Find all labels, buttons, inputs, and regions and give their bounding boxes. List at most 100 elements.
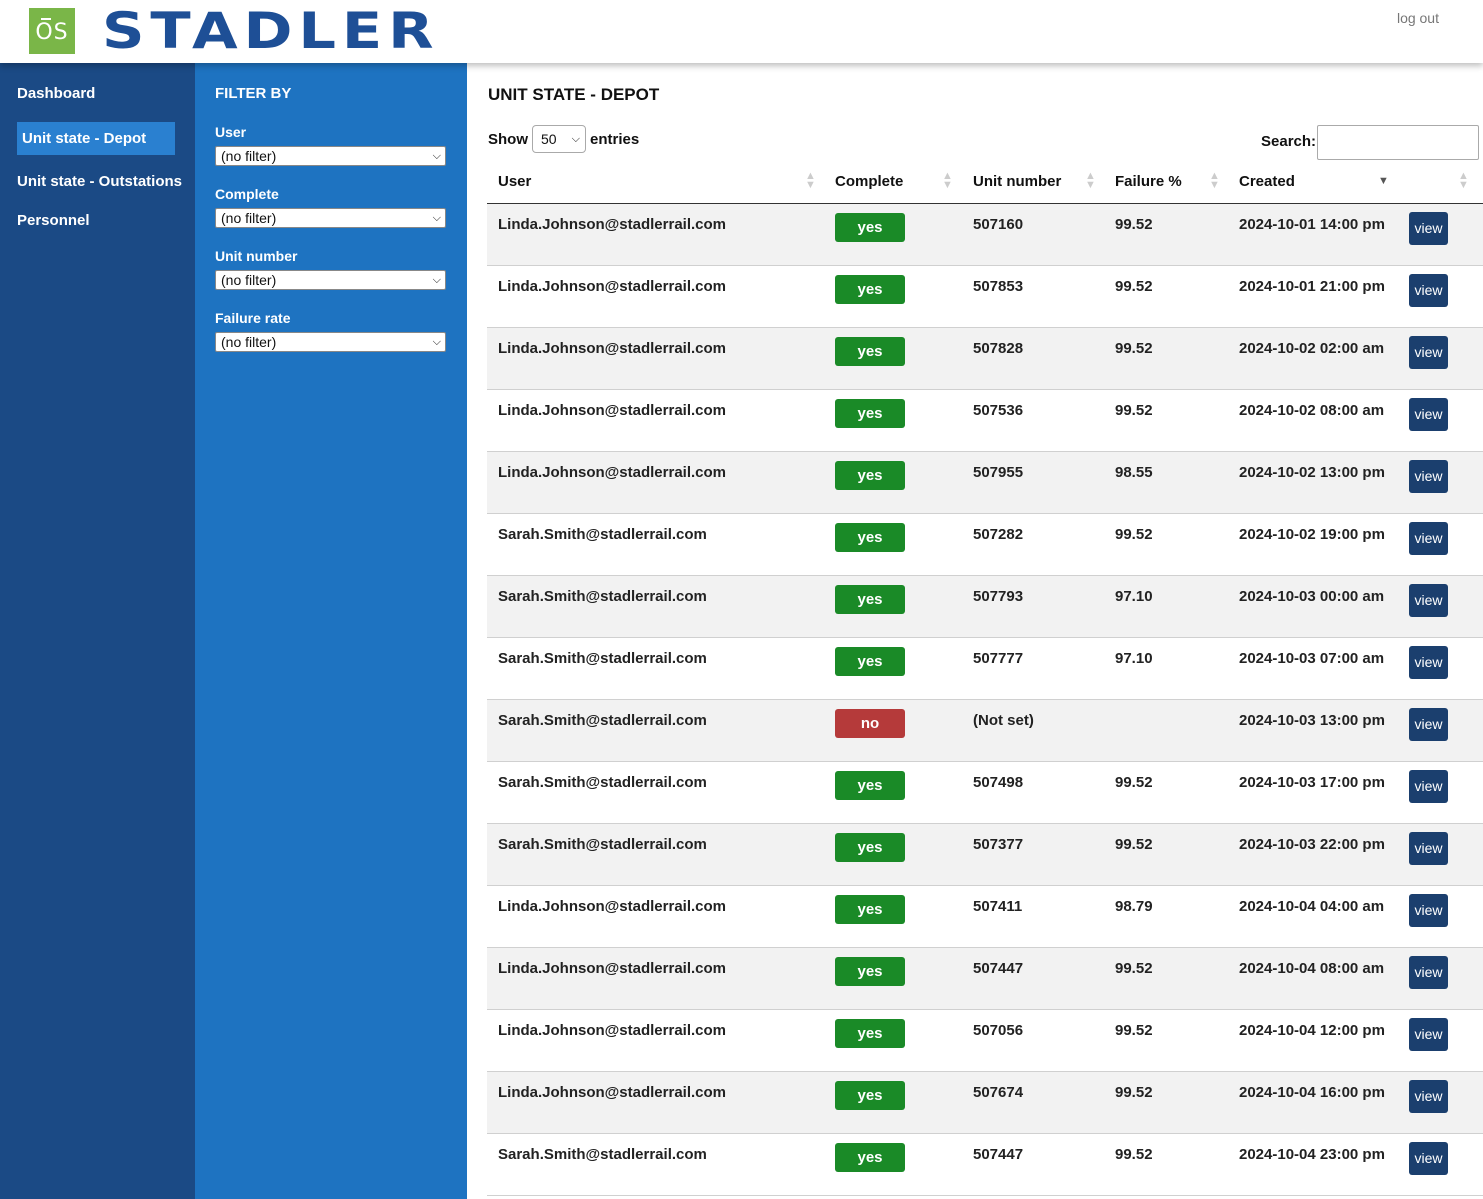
entries-select[interactable]: 50 ⌵ [532,125,586,153]
view-button[interactable]: view [1409,522,1448,555]
page-title: UNIT STATE - DEPOT [488,85,660,104]
cell-unit-number: 507853 [973,278,1024,295]
cell-user: Sarah.Smith@stadlerrail.com [498,526,707,543]
view-button[interactable]: view [1409,708,1448,741]
filter-select-complete[interactable]: (no filter) ⌵ [215,208,446,228]
cell-failure: 98.55 [1115,464,1153,481]
filter-label-complete: Complete [215,186,279,202]
filter-title: FILTER BY [215,85,292,102]
view-button[interactable]: view [1409,1018,1448,1051]
search-label: Search: [1261,133,1317,150]
cell-unit-number: 507377 [973,836,1024,853]
complete-badge: yes [835,1081,905,1110]
os-logo: OS [29,8,75,54]
table-row: Linda.Johnson@stadlerrail.com yes 507536 99… [487,390,1483,452]
filter-value-user: (no filter) [221,148,277,164]
chevron-down-icon: ⌵ [432,336,441,348]
cell-unit-number: (Not set) [973,712,1034,729]
complete-badge: yes [835,337,905,366]
table-row: Linda.Johnson@stadlerrail.com yes 507056 99… [487,1010,1483,1072]
show-label: Show [488,130,528,148]
cell-created: 2024-10-03 07:00 am [1239,650,1385,667]
cell-unit-number: 507447 [973,1146,1024,1163]
main-content: UNIT STATE - DEPOT Show 50 ⌵ entries Sea… [467,63,1483,1199]
cell-user: Sarah.Smith@stadlerrail.com [498,774,707,791]
cell-failure: 99.52 [1115,1022,1153,1039]
chevron-down-icon: ⌵ [432,274,441,286]
column-header-complete[interactable]: Complete [835,173,903,190]
search-input[interactable] [1317,125,1479,160]
filter-select-failure-rate[interactable]: (no filter) ⌵ [215,332,446,352]
view-button[interactable]: view [1409,584,1448,617]
complete-badge: yes [835,771,905,800]
cell-user: Linda.Johnson@stadlerrail.com [498,278,727,295]
filter-select-user[interactable]: (no filter) ⌵ [215,146,446,166]
complete-badge: yes [835,213,905,242]
view-button[interactable]: view [1409,336,1448,369]
cell-unit-number: 507793 [973,588,1024,605]
cell-failure: 99.52 [1115,402,1153,419]
cell-user: Linda.Johnson@stadlerrail.com [498,960,727,977]
table-row: Linda.Johnson@stadlerrail.com yes 507955 98… [487,452,1483,514]
complete-badge: yes [835,1143,905,1172]
view-button[interactable]: view [1409,274,1448,307]
sort-icon[interactable]: ▲ ▼ [1209,171,1220,191]
cell-failure: 99.52 [1115,836,1153,853]
cell-failure: 99.52 [1115,1084,1153,1101]
entries-label: entries [590,130,640,148]
view-button[interactable]: view [1409,894,1448,927]
data-table: User ▲ ▼ Complete ▲ ▼ Unit number ▲ ▼ Failu… [487,161,1483,1196]
view-button[interactable]: view [1409,212,1448,245]
filter-value-failure-rate: (no filter) [221,334,277,350]
nav-item-personnel[interactable]: Personnel [17,212,90,229]
nav-item-unit-state-outstations[interactable]: Unit state - Outstations [17,173,182,190]
cell-failure: 99.52 [1115,960,1153,977]
sort-desc-icon[interactable]: ▼ [1378,176,1389,187]
cell-user: Sarah.Smith@stadlerrail.com [498,836,707,853]
cell-failure: 97.10 [1115,650,1153,667]
view-button[interactable]: view [1409,398,1448,431]
table-row: Linda.Johnson@stadlerrail.com yes 507853 99… [487,266,1483,328]
sort-icon[interactable]: ▲ ▼ [1085,171,1096,191]
chevron-down-icon: ⌵ [432,150,441,162]
view-button[interactable]: view [1409,460,1448,493]
table-row: Linda.Johnson@stadlerrail.com yes 507674 99… [487,1072,1483,1134]
column-header-failure[interactable]: Failure % [1115,173,1182,190]
view-button[interactable]: view [1409,956,1448,989]
view-button[interactable]: view [1409,770,1448,803]
nav-item-unit-state-depot[interactable]: Unit state - Depot [17,122,175,155]
cell-user: Sarah.Smith@stadlerrail.com [498,650,707,667]
cell-unit-number: 507447 [973,960,1024,977]
view-button[interactable]: view [1409,646,1448,679]
view-button[interactable]: view [1409,1142,1448,1175]
view-button[interactable]: view [1409,1080,1448,1113]
complete-badge: yes [835,647,905,676]
filter-select-unit-number[interactable]: (no filter) ⌵ [215,270,446,290]
complete-badge: yes [835,523,905,552]
filter-label-failure-rate: Failure rate [215,310,291,326]
sort-icon[interactable]: ▲ ▼ [1458,171,1469,191]
brand-logo: STADLER [102,2,440,60]
chevron-down-icon: ⌵ [571,133,580,145]
view-button[interactable]: view [1409,832,1448,865]
nav-item-dashboard[interactable]: Dashboard [17,85,95,102]
filter-value-unit-number: (no filter) [221,272,277,288]
cell-user: Linda.Johnson@stadlerrail.com [498,464,727,481]
sort-icon[interactable]: ▲ ▼ [942,171,953,191]
column-header-unit-number[interactable]: Unit number [973,173,1061,190]
cell-created: 2024-10-03 17:00 pm [1239,774,1385,791]
sort-icon[interactable]: ▲ ▼ [805,171,816,191]
complete-badge: yes [835,895,905,924]
cell-unit-number: 507160 [973,216,1024,233]
cell-failure: 99.52 [1115,278,1153,295]
column-header-created[interactable]: Created [1239,173,1295,190]
table-row: Linda.Johnson@stadlerrail.com yes 507160 99… [487,204,1483,266]
complete-badge: yes [835,275,905,304]
column-header-user[interactable]: User [498,173,531,190]
table-row: Sarah.Smith@stadlerrail.com no (Not set) 20… [487,700,1483,762]
logout-link[interactable]: log out [1397,10,1439,26]
cell-unit-number: 507536 [973,402,1024,419]
complete-badge: yes [835,833,905,862]
table-row: Linda.Johnson@stadlerrail.com yes 507828 99… [487,328,1483,390]
cell-failure: 97.10 [1115,588,1153,605]
